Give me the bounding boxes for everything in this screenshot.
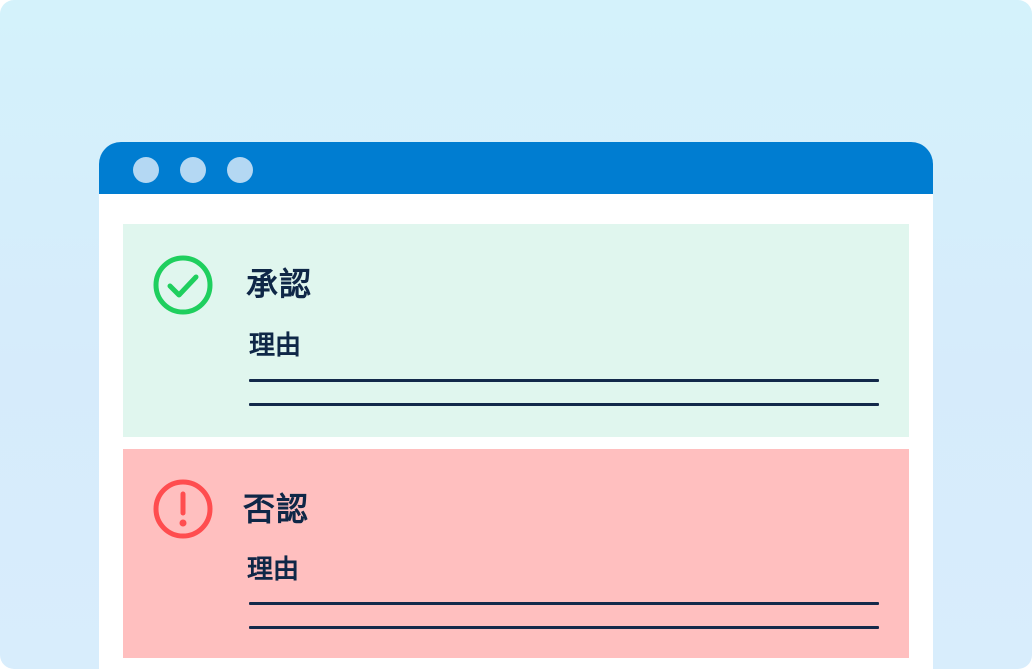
window-control-dot — [180, 157, 206, 183]
reject-reason-line[interactable] — [249, 626, 879, 629]
approve-panel: 承認 理由 — [123, 224, 909, 437]
approve-reason-label: 理由 — [249, 331, 302, 361]
illustration-background: 承認 理由 否認 理由 — [0, 0, 1032, 669]
window-control-dot — [227, 157, 253, 183]
reject-panel: 否認 理由 — [123, 449, 909, 658]
reject-reason-label: 理由 — [247, 555, 300, 585]
check-circle-icon — [153, 255, 213, 315]
exclamation-circle-icon — [153, 479, 213, 539]
window-titlebar — [99, 142, 933, 194]
approve-reason-line[interactable] — [249, 403, 879, 406]
approve-reason-line[interactable] — [249, 379, 879, 382]
browser-window: 承認 理由 否認 理由 — [99, 142, 933, 669]
reject-title: 否認 — [243, 490, 310, 528]
window-control-dot — [133, 157, 159, 183]
approve-title: 承認 — [246, 265, 313, 303]
reject-reason-line[interactable] — [249, 602, 879, 605]
